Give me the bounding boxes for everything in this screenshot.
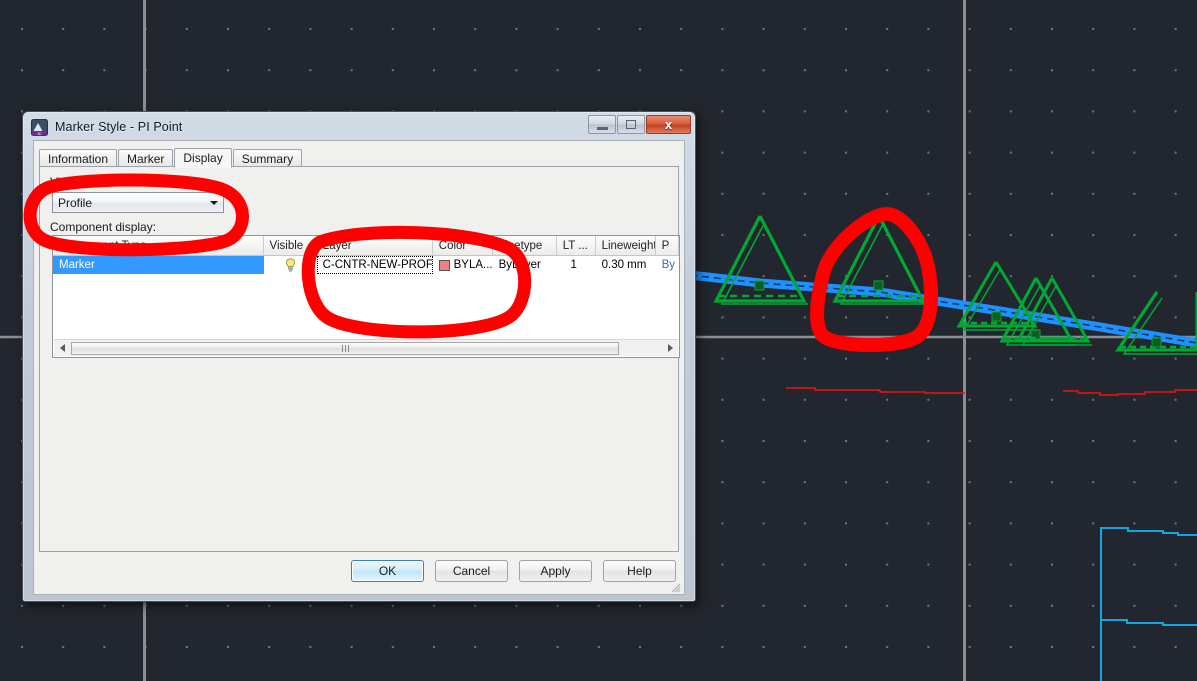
tab-information-label: Information [48, 151, 109, 166]
minimize-icon [596, 126, 608, 130]
dialog-titlebar[interactable]: 3D Marker Style - PI Point x [25, 114, 693, 140]
maximize-icon [626, 120, 636, 129]
column-header-layer[interactable]: Layer [317, 236, 433, 255]
tab-information[interactable]: Information [39, 149, 118, 167]
cancel-button[interactable]: Cancel [435, 560, 508, 582]
dialog-button-row[interactable]: OK Cancel Apply Help [351, 560, 676, 582]
tabstrip[interactable]: Information Marker Display Summary [39, 147, 679, 168]
component-display-label: Component display: [50, 220, 157, 234]
dialog-title: Marker Style - PI Point [55, 120, 183, 134]
component-display-grid[interactable]: Component Type Visible Layer Color Linet… [52, 235, 680, 358]
view-direction-value: Profile [58, 195, 93, 210]
scroll-right-icon[interactable] [662, 340, 678, 356]
svg-text:3D: 3D [37, 131, 42, 135]
cell-plot-style[interactable]: By [656, 256, 679, 274]
grid-horizontal-scrollbar[interactable] [54, 339, 678, 356]
dialog-body: Information Marker Display Summary View … [33, 140, 685, 595]
civil3d-app-icon: 3D [31, 118, 48, 136]
ok-button[interactable]: OK [351, 560, 424, 582]
column-header-visible[interactable]: Visible [264, 236, 317, 255]
close-icon: x [664, 117, 673, 132]
column-header-component-type[interactable]: Component Type [53, 236, 264, 255]
tab-display[interactable]: Display [174, 148, 232, 168]
cell-linetype[interactable]: ByLayer [493, 256, 557, 274]
table-row[interactable]: Marker C-CNTR-NEW-PROF BYLA... ByLayer 1… [53, 256, 679, 274]
cell-layer[interactable]: C-CNTR-NEW-PROF-... [316, 256, 433, 274]
cell-lt-scale[interactable]: 1 [557, 256, 596, 274]
column-header-lineweight[interactable]: Lineweight [596, 236, 656, 255]
tab-summary[interactable]: Summary [232, 149, 303, 167]
marker-style-dialog[interactable]: 3D Marker Style - PI Point x Information… [22, 111, 696, 602]
cell-color[interactable]: BYLA... [433, 256, 493, 274]
cell-color-label: BYLA... [453, 259, 493, 271]
apply-button[interactable]: Apply [519, 560, 592, 582]
screen: 3D Marker Style - PI Point x Information… [0, 0, 1197, 681]
resize-grip-icon[interactable] [669, 580, 681, 593]
minimize-button[interactable] [588, 115, 616, 134]
maximize-button[interactable] [617, 115, 645, 134]
column-header-plot-style[interactable]: P [656, 236, 679, 255]
window-controls[interactable]: x [588, 115, 691, 134]
tab-marker[interactable]: Marker [118, 149, 174, 167]
lightbulb-icon[interactable] [285, 258, 296, 272]
chevron-down-icon[interactable] [205, 194, 222, 211]
scrollbar-thumb[interactable] [71, 341, 619, 355]
column-header-linetype[interactable]: Linetype [493, 236, 557, 255]
column-header-color[interactable]: Color [433, 236, 493, 255]
help-button[interactable]: Help [603, 560, 676, 582]
scrollbar-track[interactable] [70, 341, 662, 356]
column-header-lt-scale[interactable]: LT ... [557, 236, 596, 255]
display-tab-panel: View Direction: Profile Component displa… [39, 166, 680, 552]
color-swatch [438, 259, 450, 271]
grid-header-row[interactable]: Component Type Visible Layer Color Linet… [53, 236, 679, 256]
tab-display-label: Display [183, 151, 223, 165]
view-direction-dropdown[interactable]: Profile [52, 192, 224, 213]
cell-lineweight[interactable]: 0.30 mm [596, 256, 656, 274]
view-direction-label: View Direction: [50, 175, 130, 189]
cell-visible[interactable] [264, 256, 317, 274]
cell-component-type[interactable]: Marker [53, 256, 264, 274]
tab-summary-label: Summary [241, 151, 294, 166]
close-button[interactable]: x [646, 115, 691, 134]
scroll-left-icon[interactable] [54, 340, 70, 356]
tab-marker-label: Marker [127, 151, 165, 166]
